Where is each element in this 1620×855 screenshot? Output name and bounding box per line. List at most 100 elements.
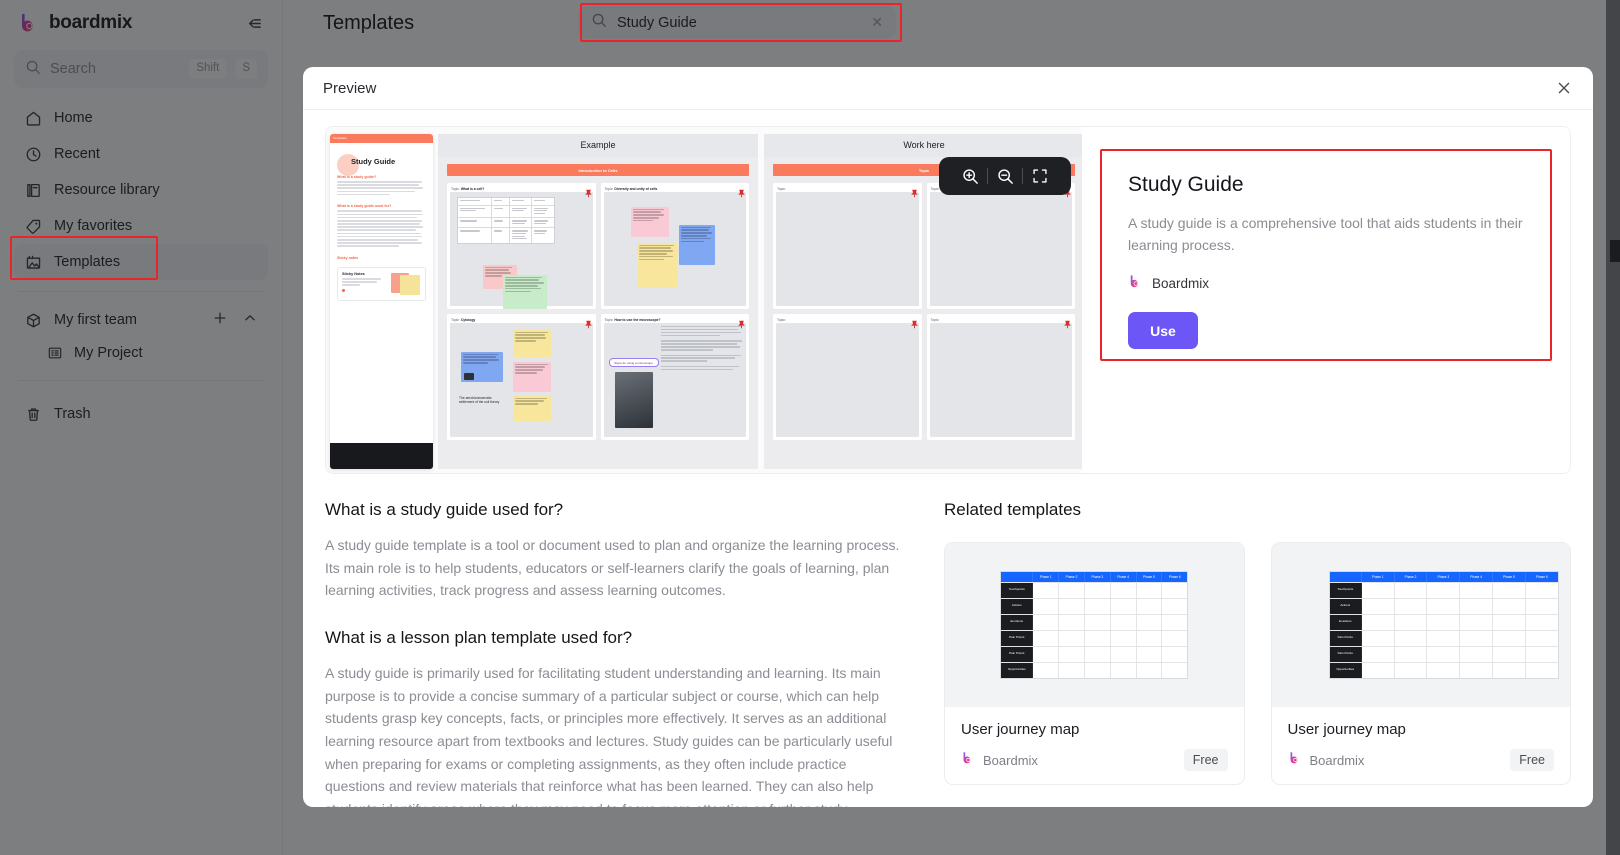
sticky-note: [630, 207, 669, 237]
cell-prefix: Topic:: [451, 318, 460, 322]
pin-icon: [584, 316, 593, 329]
table-col-header: Phase 2: [1059, 572, 1085, 582]
modal-title: Preview: [323, 79, 377, 97]
template-description: A study guide is a comprehensive tool th…: [1128, 215, 1523, 253]
related-template-card[interactable]: Phase 1 Phase 2 Phase 3 Phase 4 Phase 5 …: [1270, 542, 1571, 785]
preview-work-topic: Topic: [918, 167, 930, 173]
table-row-header: Touchpoints: [1329, 583, 1362, 598]
template-info-pane: Study Guide A study guide is a comprehen…: [1082, 127, 1570, 473]
table-row-header: Actions: [1001, 599, 1034, 614]
journey-map-table: Phase 1 Phase 2 Phase 3 Phase 4 Phase 5 …: [1328, 571, 1559, 679]
page-right-edge: [1606, 0, 1620, 855]
cell-prefix: Topic:: [604, 187, 614, 191]
pin-icon: [584, 185, 593, 198]
modal-header: Preview: [303, 67, 1593, 110]
section-body-2: A study guide is primarily used for faci…: [325, 665, 893, 807]
cell-prefix: Topic:: [777, 187, 786, 191]
preview-panel-work-title: Work here: [764, 134, 1082, 157]
zoom-out-icon[interactable]: [988, 157, 1022, 195]
table-row-header: Pain Points: [1329, 631, 1362, 646]
pin-icon: [910, 316, 919, 329]
template-author-name: Boardmix: [1152, 275, 1210, 291]
preview-doc-tag: Templates: [333, 136, 347, 140]
sticky-note: [461, 352, 503, 382]
template-canvas-preview[interactable]: Templates Study Guide What is a study gu…: [326, 127, 1082, 473]
template-author: Boardmix: [1128, 274, 1524, 292]
preview-document-sheet: Templates Study Guide What is a study gu…: [330, 134, 433, 469]
sticky-note: [513, 330, 551, 358]
pin-icon: [1063, 316, 1072, 329]
preview-annotation: The aerobic/anaerobic settlement of the …: [459, 396, 500, 405]
preview-example-topic: Introduction to Cells: [578, 167, 618, 173]
edge-marker: [1610, 240, 1620, 262]
cell-name: Diversity and unity of cells: [614, 187, 658, 191]
table-col-header: Phase 3: [1427, 572, 1461, 582]
table-col-header: Phase 1: [1362, 572, 1395, 582]
preview-cell: Topic: How to use the microscope? Steps …: [600, 314, 749, 440]
boardmix-logo-icon: [1128, 274, 1143, 292]
pin-icon: [910, 185, 919, 198]
preview-cell: Topic:: [773, 314, 922, 440]
template-info-card: Study Guide A study guide is a comprehen…: [1100, 149, 1552, 361]
preview-doc-section-3: Sticky notes: [337, 256, 359, 260]
table-row-header: Emotions: [1329, 615, 1362, 630]
cell-name: What is a cell?: [460, 187, 485, 191]
preview-cell: Topic:: [773, 183, 922, 309]
sticky-note: [678, 225, 715, 265]
table-col-header: Phase 6: [1168, 575, 1181, 579]
table-row-header: Touchpoints: [1001, 583, 1034, 598]
template-preview-strip: Templates Study Guide What is a study gu…: [325, 126, 1571, 474]
preview-cell: Topic: Diversity and unity of cells: [600, 183, 749, 309]
use-template-button[interactable]: Use: [1128, 312, 1198, 350]
table-row-header: Actions: [1329, 599, 1362, 614]
section-heading-2: What is a lesson plan template used for?: [325, 628, 633, 648]
pin-icon: [737, 316, 746, 329]
preview-sticky-card: Sticky Notes: [337, 267, 426, 301]
sticky-note: [513, 396, 551, 422]
sticky-note: [503, 275, 547, 309]
template-description-column: What is a study guide used for? A study …: [325, 500, 910, 807]
related-template-thumbnail: Phase 1 Phase 2 Phase 3 Phase 4 Phase 5 …: [1271, 543, 1570, 707]
preview-panel-example-title: Example: [438, 134, 758, 157]
sticky-note: [636, 243, 677, 287]
related-template-author: Boardmix: [983, 752, 1038, 768]
table-col-header: Phase 3: [1085, 572, 1111, 582]
status-badge: Free: [1183, 749, 1228, 771]
preview-cell: Topic: Cytology The aerobic/anaerobic se…: [447, 314, 596, 440]
cell-prefix: Topic:: [930, 187, 940, 191]
table-col-header: Phase 2: [1395, 572, 1428, 582]
table-row-header: Opportunities: [1001, 663, 1034, 678]
related-template-name: User journey map: [961, 721, 1080, 738]
related-template-name: User journey map: [1287, 721, 1406, 738]
zoom-in-icon[interactable]: [953, 157, 987, 195]
cell-name: Cytology: [460, 318, 476, 322]
related-template-thumbnail: Phase 1 Phase 2 Phase 3 Phase 4 Phase 5 …: [945, 543, 1244, 707]
preview-cell: Topic:: [926, 183, 1075, 309]
related-template-card[interactable]: Phase 1 Phase 2 Phase 3 Phase 4 Phase 5 …: [944, 542, 1245, 785]
preview-microscope-caption: Steps for using a microscope: [614, 360, 653, 365]
table-col-header: Phase 5: [1493, 572, 1526, 582]
modal-body: Templates Study Guide What is a study gu…: [303, 110, 1593, 807]
boardmix-logo-icon: [961, 751, 975, 770]
template-title: Study Guide: [1128, 173, 1244, 196]
table-col-header: Phase 1: [1033, 572, 1060, 582]
modal-lower-content: What is a study guide used for? A study …: [325, 500, 1571, 807]
preview-doc-title: Study Guide: [351, 157, 396, 166]
table-col-header: Phase 4: [1111, 572, 1137, 582]
fullscreen-icon[interactable]: [1023, 157, 1057, 195]
zoom-toolbar: [939, 157, 1071, 195]
sticky-note: [513, 362, 551, 392]
table-row-header: Emotions: [1001, 615, 1034, 630]
pin-icon: [737, 185, 746, 198]
table-row-header: Pain Points: [1001, 647, 1034, 662]
cell-prefix: Topic:: [777, 318, 786, 322]
preview-doc-section-2: What is a study guide used for?: [337, 204, 392, 209]
cell-prefix: Topic:: [930, 318, 940, 322]
close-icon[interactable]: [1555, 79, 1573, 97]
section-heading-1: What is a study guide used for?: [325, 500, 564, 519]
table-col-header: Phase 6: [1535, 575, 1548, 579]
table-col-header: Phase 5: [1137, 572, 1163, 582]
table-row-header: Opportunities: [1329, 663, 1362, 678]
preview-modal: Preview Templates Study Guide What is a …: [303, 67, 1593, 807]
related-templates-heading: Related templates: [944, 500, 1082, 519]
